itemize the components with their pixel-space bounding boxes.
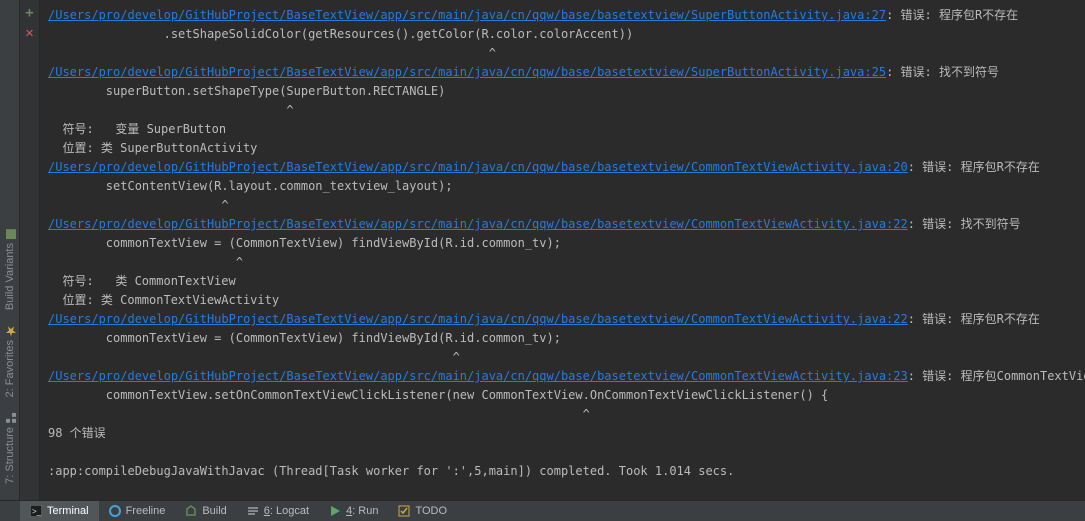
error-count: 98 个错误 <box>48 426 106 440</box>
close-icon[interactable]: ✕ <box>20 24 39 42</box>
error-detail-line: 位置: 类 SuperButtonActivity <box>48 141 257 155</box>
build-variants-icon <box>5 229 15 239</box>
bottom-toolbar: >_ Terminal Freeline Build 6: Logcat 4: … <box>0 500 1085 521</box>
error-code-line: superButton.setShapeType(SuperButton.REC… <box>48 84 445 98</box>
tab-build[interactable]: Build <box>175 501 236 521</box>
error-code-line: setContentView(R.layout.common_textview_… <box>48 179 453 193</box>
tab-freeline[interactable]: Freeline <box>99 501 176 521</box>
sidebar-tab-label: 7: Structure <box>4 427 16 484</box>
error-file-link[interactable]: /Users/pro/develop/GitHubProject/BaseTex… <box>48 312 908 326</box>
svg-text:>_: >_ <box>32 507 42 516</box>
sidebar-tab-favorites[interactable]: 2: Favorites <box>2 318 18 405</box>
error-file-link[interactable]: /Users/pro/develop/GitHubProject/BaseTex… <box>48 160 908 174</box>
error-file-link[interactable]: /Users/pro/develop/GitHubProject/BaseTex… <box>48 8 886 22</box>
error-message: : 错误: 程序包R不存在 <box>908 312 1040 326</box>
error-caret-line: ^ <box>48 46 496 60</box>
tab-logcat[interactable]: 6: Logcat <box>237 501 319 521</box>
error-caret-line: ^ <box>48 350 460 364</box>
tab-run[interactable]: 4: Run <box>319 501 388 521</box>
error-file-link[interactable]: /Users/pro/develop/GitHubProject/BaseTex… <box>48 217 908 231</box>
build-footer-line: :app:compileDebugJavaWithJavac (Thread[T… <box>48 464 734 478</box>
build-icon <box>185 505 197 517</box>
tab-label: Terminal <box>47 505 89 517</box>
terminal-icon: >_ <box>30 505 42 517</box>
error-message: : 错误: 程序包R不存在 <box>908 160 1040 174</box>
error-message: : 错误: 程序包CommonTextView不 <box>908 369 1085 383</box>
error-caret-line: ^ <box>48 103 294 117</box>
error-file-link[interactable]: /Users/pro/develop/GitHubProject/BaseTex… <box>48 65 886 79</box>
build-output-console[interactable]: /Users/pro/develop/GitHubProject/BaseTex… <box>40 0 1085 500</box>
tab-label: 6: Logcat <box>264 505 309 517</box>
sidebar-tab-label: Build Variants <box>4 243 16 310</box>
sidebar-tab-label: 2: Favorites <box>4 340 16 397</box>
tab-label: TODO <box>415 505 447 517</box>
error-message: : 错误: 程序包R不存在 <box>886 8 1018 22</box>
error-code-line: commonTextView = (CommonTextView) findVi… <box>48 331 561 345</box>
tab-label: 4: Run <box>346 505 378 517</box>
logcat-icon <box>247 505 259 517</box>
add-icon[interactable]: + <box>20 4 39 22</box>
console-gutter: + ✕ <box>20 0 40 500</box>
sidebar-tab-build-variants[interactable]: Build Variants <box>2 221 18 318</box>
run-icon <box>329 505 341 517</box>
error-caret-line: ^ <box>48 198 229 212</box>
tab-todo[interactable]: TODO <box>388 501 457 521</box>
error-file-link[interactable]: /Users/pro/develop/GitHubProject/BaseTex… <box>48 369 908 383</box>
tab-terminal[interactable]: >_ Terminal <box>20 501 99 521</box>
todo-icon <box>398 505 410 517</box>
freeline-icon <box>109 505 121 517</box>
sidebar-tab-structure[interactable]: 7: Structure <box>2 405 18 492</box>
error-code-line: commonTextView.setOnCommonTextViewClickL… <box>48 388 828 402</box>
error-code-line: .setShapeSolidColor(getResources().getCo… <box>48 27 633 41</box>
error-detail-line: 符号: 变量 SuperButton <box>48 122 226 136</box>
tab-label: Build <box>202 505 226 517</box>
structure-icon <box>5 413 15 423</box>
star-icon <box>5 326 15 336</box>
error-message: : 错误: 找不到符号 <box>908 217 1021 231</box>
error-caret-line: ^ <box>48 255 243 269</box>
error-caret-line: ^ <box>48 407 590 421</box>
error-detail-line: 位置: 类 CommonTextViewActivity <box>48 293 279 307</box>
error-code-line: commonTextView = (CommonTextView) findVi… <box>48 236 561 250</box>
error-detail-line: 符号: 类 CommonTextView <box>48 274 236 288</box>
tab-label: Freeline <box>126 505 166 517</box>
left-sidebar: Build Variants 2: Favorites 7: Structure <box>0 0 20 500</box>
error-message: : 错误: 找不到符号 <box>886 65 999 79</box>
